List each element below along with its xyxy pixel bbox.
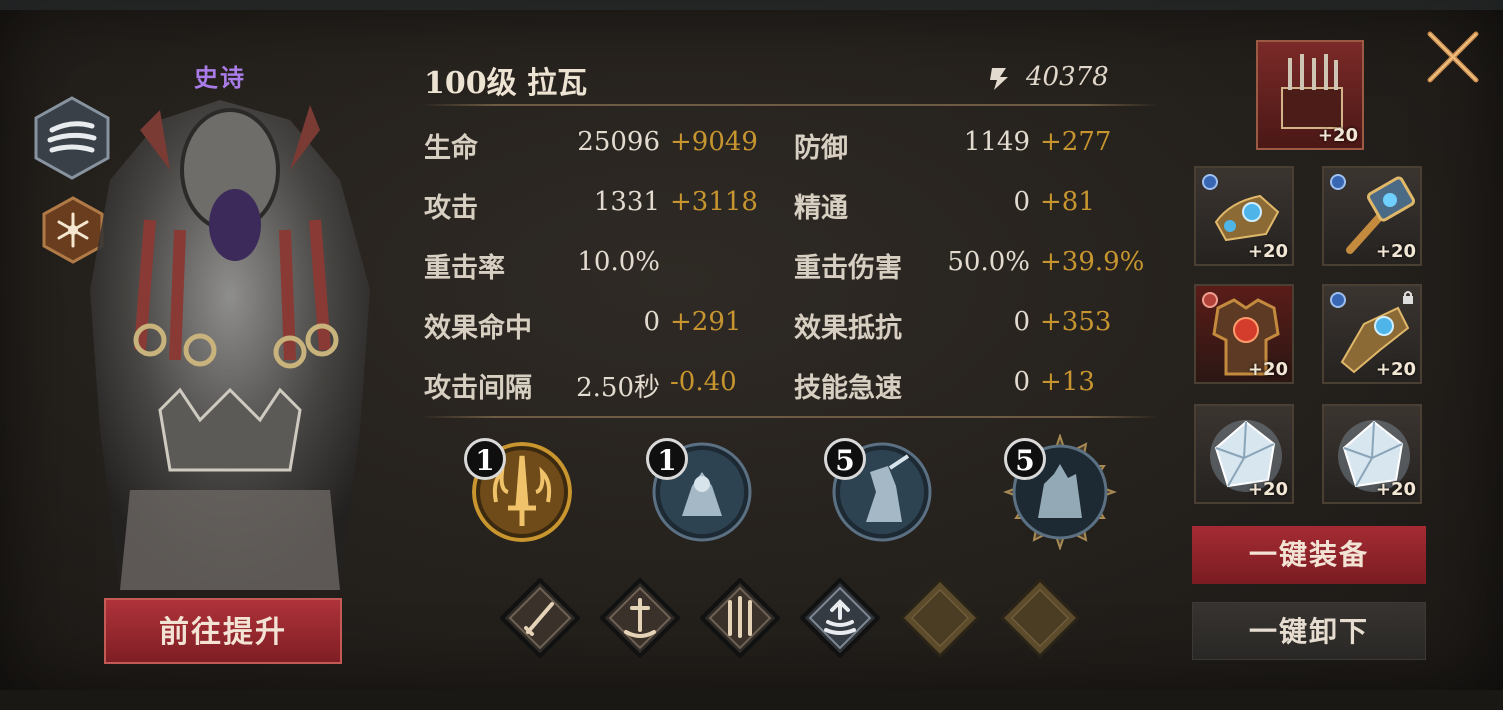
enhance-level: +20 <box>1247 479 1288 500</box>
enhance-level: +20 <box>1247 241 1288 262</box>
stat-base-value: 0 <box>643 307 660 337</box>
stat-bonus-value: +3118 <box>670 187 758 217</box>
skill-level-badge: 5 <box>1004 438 1046 480</box>
stat-base-value: 10.0% <box>577 247 660 277</box>
skill-level-badge: 5 <box>824 438 866 480</box>
stat-label: 攻击 <box>424 193 478 224</box>
stat-bonus-value: -0.40 <box>670 367 737 397</box>
stat-base-value: 2.50秒 <box>576 373 660 403</box>
skill-level-badge: 1 <box>464 438 506 480</box>
stat-label: 重击率 <box>424 253 505 284</box>
stat-label: 效果命中 <box>424 313 532 344</box>
stat-base-value: 0 <box>1013 367 1030 397</box>
stat-base-value: 1149 <box>963 127 1030 157</box>
locked-slot-icon[interactable] <box>900 578 980 658</box>
stat-base-value: 25096 <box>577 127 660 157</box>
enhance-level: +20 <box>1247 359 1288 380</box>
equip-all-button[interactable]: 一键装备 <box>1192 526 1426 584</box>
close-icon[interactable] <box>1424 28 1482 86</box>
combat-power-icon <box>990 68 1008 90</box>
organ-artifact-icon <box>1281 54 1343 129</box>
stat-base-value: 50.0% <box>947 247 1030 277</box>
stat-bonus-value: +9049 <box>670 127 758 157</box>
unequip-all-button[interactable]: 一键卸下 <box>1192 602 1426 660</box>
enhance-level: +20 <box>1375 359 1416 380</box>
equipment-slot[interactable]: +20 <box>1194 166 1294 266</box>
stat-bonus-value: +39.9% <box>1040 247 1145 277</box>
stat-bonus-value: +13 <box>1040 367 1095 397</box>
tri-sword-icon[interactable] <box>700 578 780 658</box>
rarity-label: 史诗 <box>194 63 246 92</box>
enhance-level: +20 <box>1317 125 1358 146</box>
enhance-level: +20 <box>1375 479 1416 500</box>
top-edge <box>0 0 1503 10</box>
stat-label: 技能急速 <box>794 373 902 404</box>
equipment-slot[interactable]: +20 <box>1194 284 1294 384</box>
bottom-tab-strip <box>0 690 1503 710</box>
skill-level-badge: 1 <box>646 438 688 480</box>
equipment-slot[interactable]: +20 <box>1194 404 1294 504</box>
stat-label: 生命 <box>424 133 478 164</box>
locked-slot-icon[interactable] <box>1000 578 1080 658</box>
stat-label: 精通 <box>794 193 848 224</box>
equipment-slot[interactable]: +20 <box>1322 166 1422 266</box>
stat-bonus-value: +81 <box>1040 187 1095 217</box>
stat-bonus-value: +291 <box>670 307 742 337</box>
stat-bonus-value: +353 <box>1040 307 1112 337</box>
stat-label: 效果抵抗 <box>794 313 902 344</box>
stat-base-value: 1331 <box>593 187 660 217</box>
goto-upgrade-button[interactable]: 前往提升 <box>104 598 342 664</box>
stat-base-value: 0 <box>1013 307 1030 337</box>
sword-stand-icon[interactable] <box>600 578 680 658</box>
equipment-slot[interactable]: +20 <box>1322 404 1422 504</box>
hero-portrait <box>90 100 370 590</box>
stat-base-value: 0 <box>1013 187 1030 217</box>
stat-label: 重击伤害 <box>794 253 902 284</box>
sword-icon[interactable] <box>500 578 580 658</box>
artifact-slot[interactable]: +20 <box>1256 40 1364 150</box>
stat-label: 攻击间隔 <box>424 373 532 404</box>
enhance-level: +20 <box>1375 241 1416 262</box>
stat-bonus-value: +277 <box>1040 127 1112 157</box>
hero-level-name: 100级 拉瓦 <box>424 66 588 101</box>
equipment-slot[interactable]: +20 <box>1322 284 1422 384</box>
stats-divider <box>420 416 1160 418</box>
stat-label: 防御 <box>794 133 848 164</box>
combat-power-value: 40378 <box>1026 62 1109 92</box>
header-divider <box>420 104 1160 106</box>
upgrade-icon[interactable] <box>800 578 880 658</box>
